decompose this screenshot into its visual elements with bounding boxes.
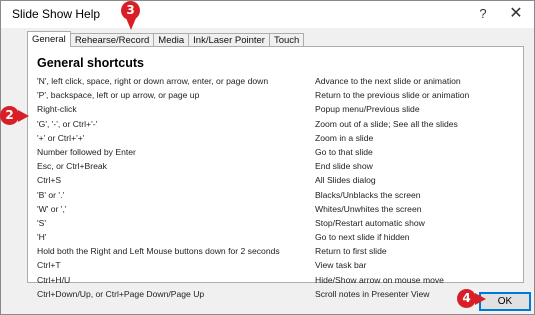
shortcut-action: Go to next slide if hidden bbox=[315, 232, 410, 243]
shortcut-key: Ctrl+H/U bbox=[37, 274, 71, 285]
shortcut-key: Right-click bbox=[37, 104, 77, 115]
shortcut-action: Whites/Unwhites the screen bbox=[315, 203, 422, 214]
shortcut-row: 'N', left click, space, right or down ar… bbox=[37, 74, 517, 88]
shortcut-action: Return to first slide bbox=[315, 246, 387, 257]
tab-strip: General Rehearse/Record Media Ink/Laser … bbox=[27, 31, 305, 47]
dialog-title: Slide Show Help bbox=[12, 7, 101, 21]
shortcut-key: '+' or Ctrl+'+' bbox=[37, 132, 85, 143]
tab-rehearse-record[interactable]: Rehearse/Record bbox=[69, 33, 155, 47]
tab-touch[interactable]: Touch bbox=[268, 33, 305, 47]
shortcut-row: Hold both the Right and Left Mouse butto… bbox=[37, 244, 517, 258]
tab-ink-laser-pointer[interactable]: Ink/Laser Pointer bbox=[188, 33, 270, 47]
shortcut-key: Ctrl+S bbox=[37, 175, 62, 186]
callout-4-badge: 4 bbox=[457, 289, 476, 308]
tab-panel-general: General shortcuts 'N', left click, space… bbox=[27, 46, 524, 299]
shortcut-list: 'N', left click, space, right or down ar… bbox=[37, 74, 517, 301]
shortcut-row: Ctrl+Down/Up, or Ctrl+Page Down/Page Up S… bbox=[37, 287, 517, 301]
title-bar: Slide Show Help ? ✕ bbox=[1, 1, 534, 28]
shortcut-row: Number followed by Enter Go to that slide bbox=[37, 145, 517, 159]
shortcut-row: '+' or Ctrl+'+' Zoom in a slide bbox=[37, 131, 517, 145]
shortcut-key: 'B' or '.' bbox=[37, 189, 65, 200]
shortcut-key: Hold both the Right and Left Mouse butto… bbox=[37, 246, 280, 257]
shortcut-action: Return to the previous slide or animatio… bbox=[315, 90, 470, 101]
shortcut-action: Popup menu/Previous slide bbox=[315, 104, 420, 115]
shortcut-row: 'H' Go to next slide if hidden bbox=[37, 230, 517, 244]
shortcut-action: End slide show bbox=[315, 161, 373, 172]
shortcut-action: Blacks/Unblacks the screen bbox=[315, 189, 421, 200]
shortcut-row: 'P', backspace, left or up arrow, or pag… bbox=[37, 88, 517, 102]
shortcut-key: Ctrl+T bbox=[37, 260, 61, 271]
help-icon[interactable]: ? bbox=[471, 3, 495, 25]
shortcut-row: Ctrl+S All Slides dialog bbox=[37, 173, 517, 187]
shortcut-row: Ctrl+T View task bar bbox=[37, 258, 517, 272]
callout-4-arrow-icon bbox=[475, 293, 486, 305]
callout-3-arrow-icon bbox=[126, 18, 136, 30]
tab-media[interactable]: Media bbox=[153, 33, 190, 47]
slide-show-help-dialog: Slide Show Help ? ✕ General Rehearse/Rec… bbox=[0, 0, 535, 315]
shortcut-key: Esc, or Ctrl+Break bbox=[37, 161, 107, 172]
shortcut-key: 'H' bbox=[37, 232, 47, 243]
shortcut-action: Advance to the next slide or animation bbox=[315, 76, 461, 86]
shortcut-key: 'P', backspace, left or up arrow, or pag… bbox=[37, 90, 200, 101]
shortcut-row: 'W' or ',' Whites/Unwhites the screen bbox=[37, 202, 517, 216]
shortcut-row: 'S' Stop/Restart automatic show bbox=[37, 216, 517, 230]
shortcut-action: Zoom out of a slide; See all the slides bbox=[315, 118, 458, 129]
shortcut-row: Right-click Popup menu/Previous slide bbox=[37, 102, 517, 116]
section-heading: General shortcuts bbox=[37, 56, 144, 70]
shortcut-action: All Slides dialog bbox=[315, 175, 376, 186]
shortcut-action: View task bar bbox=[315, 260, 367, 271]
close-icon[interactable]: ✕ bbox=[504, 3, 528, 25]
shortcut-key: 'S' bbox=[37, 217, 47, 228]
shortcut-key: Number followed by Enter bbox=[37, 146, 136, 157]
shortcut-row: 'G', '-', or Ctrl+'-' Zoom out of a slide… bbox=[37, 117, 517, 131]
shortcut-action: Go to that slide bbox=[315, 146, 373, 157]
shortcut-action: Hide/Show arrow on mouse move bbox=[315, 274, 444, 285]
tab-general[interactable]: General bbox=[27, 31, 71, 47]
shortcut-row: Esc, or Ctrl+Break End slide show bbox=[37, 159, 517, 173]
callout-2-badge: 2 bbox=[0, 106, 19, 125]
shortcut-key: 'G', '-', or Ctrl+'-' bbox=[37, 118, 98, 129]
shortcut-key: Ctrl+Down/Up, or Ctrl+Page Down/Page Up bbox=[37, 288, 205, 299]
shortcut-action: Zoom in a slide bbox=[315, 132, 374, 143]
callout-2-arrow-icon bbox=[18, 110, 29, 122]
shortcut-row: Ctrl+H/U Hide/Show arrow on mouse move bbox=[37, 273, 517, 287]
shortcut-action: Stop/Restart automatic show bbox=[315, 217, 425, 228]
shortcut-key: 'N', left click, space, right or down ar… bbox=[37, 76, 269, 86]
shortcut-key: 'W' or ',' bbox=[37, 203, 67, 214]
shortcut-row: 'B' or '.' Blacks/Unblacks the screen bbox=[37, 188, 517, 202]
